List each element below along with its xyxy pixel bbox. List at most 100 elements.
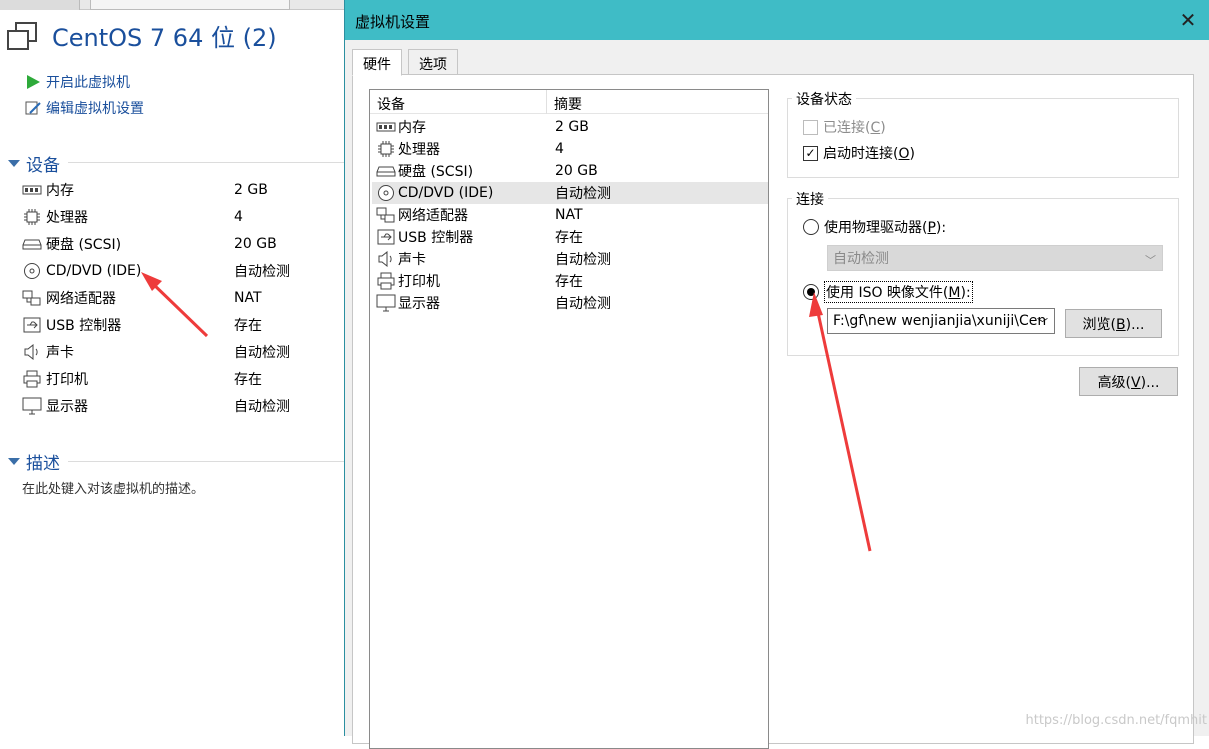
chevron-down-icon: ﹀ (1037, 315, 1048, 331)
checkmark-icon: ✓ (803, 146, 818, 161)
browse-button[interactable]: 浏览(B)... (1065, 309, 1162, 338)
device-name: 硬盘 (SCSI) (398, 161, 555, 181)
device-summary: 20 GB (555, 163, 598, 179)
device-value: 20 GB (234, 236, 277, 252)
edit-vm-settings-link[interactable]: 编辑虚拟机设置 (24, 98, 144, 118)
device-name: 打印机 (46, 369, 234, 389)
device-list-row[interactable]: 处理器4 (372, 138, 768, 160)
advanced-button[interactable]: 高级(V)... (1079, 367, 1178, 396)
device-name: 打印机 (398, 271, 555, 291)
description-section-toggle[interactable]: 描述 (8, 449, 60, 474)
vm-title: CentOS 7 64 位 (2) (52, 18, 277, 53)
checkbox-box (803, 120, 818, 135)
device-value: NAT (234, 290, 262, 306)
power-on-vm-link[interactable]: 开启此虚拟机 (24, 72, 130, 92)
vm-device-row[interactable]: CD/DVD (IDE)自动检测 (22, 260, 342, 282)
hard-disk-icon (376, 163, 396, 179)
memory-icon (22, 182, 42, 198)
devices-section-title: 设备 (26, 151, 60, 176)
device-value: 存在 (234, 315, 262, 335)
vm-device-row[interactable]: 内存2 GB (22, 179, 342, 201)
vm-description-text[interactable]: 在此处键入对该虚拟机的描述。 (22, 478, 204, 497)
tab-home[interactable] (0, 0, 80, 10)
vm-device-row[interactable]: 打印机存在 (22, 368, 342, 390)
watermark: https://blog.csdn.net/fqmhit (1026, 713, 1208, 728)
vm-device-row[interactable]: 处理器4 (22, 206, 342, 228)
collapse-triangle-icon (8, 160, 20, 167)
connect-at-power-on-label: 启动时连接(O) (823, 143, 915, 163)
iso-path-combo[interactable]: F:\gf\new wenjianjia\xuniji\Cen ﹀ (827, 308, 1055, 334)
hard-disk-icon (22, 236, 42, 252)
device-list-row[interactable]: 显示器自动检测 (372, 292, 768, 314)
tab-vm[interactable] (90, 0, 290, 10)
device-summary: 自动检测 (555, 183, 611, 203)
device-name: 处理器 (398, 139, 555, 159)
vm-summary-panel: CentOS 7 64 位 (2) 开启此虚拟机 编辑虚拟机设置 设备 内存2 … (0, 0, 345, 736)
devices-section-toggle[interactable]: 设备 (8, 151, 60, 176)
section-divider (68, 461, 345, 462)
device-name: CD/DVD (IDE) (46, 263, 234, 279)
collapse-triangle-icon (8, 458, 20, 465)
dialog-titlebar[interactable]: 虚拟机设置 ✕ (345, 0, 1209, 40)
vm-settings-dialog: 虚拟机设置 ✕ 硬件 选项 设备 摘要 内存2 GB处理器4硬盘 (SCSI)2… (344, 0, 1209, 736)
use-iso-file-radio[interactable]: 使用 ISO 映像文件(M): (803, 281, 973, 303)
hardware-device-list[interactable]: 设备 摘要 内存2 GB处理器4硬盘 (SCSI)20 GBCD/DVD (ID… (369, 89, 769, 749)
device-list-row[interactable]: 网络适配器NAT (372, 204, 768, 226)
device-name: 声卡 (398, 249, 555, 269)
cd-dvd-icon (376, 185, 396, 201)
column-separator[interactable] (546, 90, 547, 114)
device-list-row[interactable]: USB 控制器存在 (372, 226, 768, 248)
usb-icon (22, 317, 42, 333)
use-iso-file-label: 使用 ISO 映像文件(M): (824, 281, 973, 303)
physical-drive-select[interactable]: 自动检测 ﹀ (827, 245, 1163, 271)
tab-hardware[interactable]: 硬件 (352, 49, 402, 76)
tab-strip (0, 0, 345, 10)
device-summary: 自动检测 (555, 249, 611, 269)
device-list-row[interactable]: 内存2 GB (372, 116, 768, 138)
column-header-device[interactable]: 设备 (377, 94, 405, 114)
device-value: 4 (234, 209, 243, 225)
device-name: 硬盘 (SCSI) (46, 234, 234, 254)
close-icon[interactable]: ✕ (1174, 6, 1202, 34)
device-name: 显示器 (46, 396, 234, 416)
device-list-row[interactable]: 打印机存在 (372, 270, 768, 292)
device-list-row[interactable]: 声卡自动检测 (372, 248, 768, 270)
device-summary: NAT (555, 207, 583, 223)
memory-icon (376, 119, 396, 135)
connected-checkbox[interactable]: 已连接(C) (803, 117, 886, 137)
play-icon (24, 73, 42, 91)
device-summary: 自动检测 (555, 293, 611, 313)
vm-device-row[interactable]: 显示器自动检测 (22, 395, 342, 417)
power-on-vm-label: 开启此虚拟机 (46, 72, 130, 92)
speaker-icon (376, 251, 396, 267)
monitor-icon (376, 295, 396, 311)
tab-options[interactable]: 选项 (408, 49, 458, 75)
device-name: CD/DVD (IDE) (398, 185, 555, 201)
printer-icon (22, 371, 42, 387)
device-name: 处理器 (46, 207, 234, 227)
chevron-down-icon: ﹀ (1145, 252, 1156, 268)
device-summary: 4 (555, 141, 564, 157)
device-list-header: 设备 摘要 (370, 90, 768, 114)
device-value: 自动检测 (234, 261, 290, 281)
device-status-title: 设备状态 (792, 89, 856, 109)
device-value: 自动检测 (234, 396, 290, 416)
vm-device-row[interactable]: 硬盘 (SCSI)20 GB (22, 233, 342, 255)
advanced-button-label: 高级(V)... (1098, 372, 1160, 392)
device-list-row[interactable]: 硬盘 (SCSI)20 GB (372, 160, 768, 182)
vm-device-row[interactable]: USB 控制器存在 (22, 314, 342, 336)
physical-drive-value: 自动检测 (833, 248, 889, 268)
dialog-title: 虚拟机设置 (355, 11, 430, 32)
device-status-group (787, 98, 1179, 178)
device-list-row[interactable]: CD/DVD (IDE)自动检测 (372, 182, 768, 204)
cpu-icon (376, 141, 396, 157)
use-physical-drive-radio[interactable]: 使用物理驱动器(P): (803, 217, 946, 237)
vm-device-row[interactable]: 声卡自动检测 (22, 341, 342, 363)
usb-icon (376, 229, 396, 245)
device-name: 网络适配器 (46, 288, 234, 308)
connect-at-power-on-checkbox[interactable]: ✓ 启动时连接(O) (803, 143, 915, 163)
device-summary: 2 GB (555, 119, 589, 135)
column-header-summary[interactable]: 摘要 (554, 94, 582, 114)
network-adapter-icon (22, 290, 42, 306)
vm-device-row[interactable]: 网络适配器NAT (22, 287, 342, 309)
